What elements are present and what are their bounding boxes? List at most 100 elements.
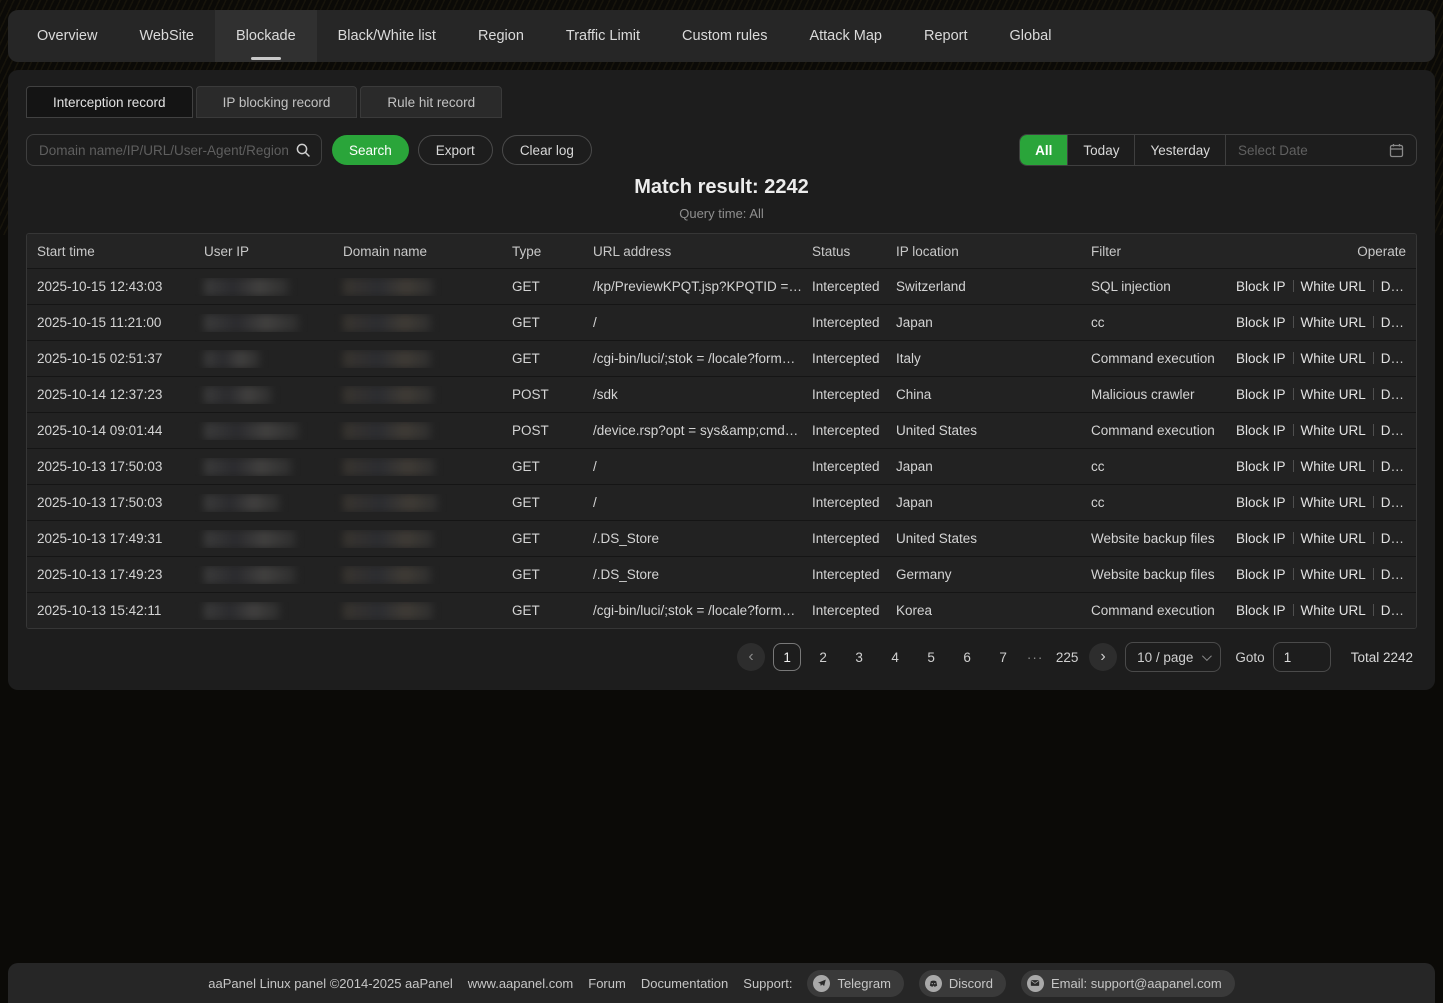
cell-url: / — [583, 495, 802, 510]
page-ellipsis[interactable]: ··· — [1025, 650, 1045, 665]
block-ip-link[interactable]: Block IP — [1236, 567, 1286, 582]
white-url-link[interactable]: White URL — [1301, 351, 1366, 366]
prev-page-icon[interactable]: ‹ — [737, 643, 765, 671]
cell-operate: Block IP White URL Details — [1236, 387, 1416, 402]
nav-item-region[interactable]: Region — [457, 10, 545, 62]
page-1[interactable]: 1 — [773, 643, 801, 671]
block-ip-link[interactable]: Block IP — [1236, 531, 1286, 546]
search-box[interactable] — [26, 134, 322, 166]
white-url-link[interactable]: White URL — [1301, 387, 1366, 402]
details-link[interactable]: Details — [1381, 279, 1416, 294]
table-header-row: Start timeUser IPDomain nameTypeURL addr… — [27, 234, 1416, 268]
page-6[interactable]: 6 — [953, 643, 981, 671]
filter-yesterday[interactable]: Yesterday — [1135, 135, 1226, 165]
white-url-link[interactable]: White URL — [1301, 603, 1366, 618]
export-button[interactable]: Export — [418, 135, 493, 165]
white-url-link[interactable]: White URL — [1301, 279, 1366, 294]
page-7[interactable]: 7 — [989, 643, 1017, 671]
cell-type: GET — [502, 495, 583, 510]
page-size-select[interactable]: 10 / page — [1125, 642, 1221, 672]
block-ip-link[interactable]: Block IP — [1236, 423, 1286, 438]
page-225[interactable]: 225 — [1053, 643, 1081, 671]
next-page-icon[interactable]: › — [1089, 643, 1117, 671]
cell-domain-name — [333, 422, 502, 440]
page-4[interactable]: 4 — [881, 643, 909, 671]
block-ip-link[interactable]: Block IP — [1236, 603, 1286, 618]
white-url-link[interactable]: White URL — [1301, 531, 1366, 546]
nav-item-black-white-list[interactable]: Black/White list — [317, 10, 457, 62]
block-ip-link[interactable]: Block IP — [1236, 315, 1286, 330]
pagination: ‹ 1234567···225 › 10 / page Goto Total 2… — [26, 642, 1417, 672]
cell-type: GET — [502, 603, 583, 618]
tab-rule-hit-record[interactable]: Rule hit record — [360, 86, 502, 118]
filter-all[interactable]: All — [1020, 135, 1068, 165]
operate-separator — [1293, 532, 1294, 544]
email-button[interactable]: Email: support@aapanel.com — [1021, 970, 1235, 997]
page-5[interactable]: 5 — [917, 643, 945, 671]
operate-separator — [1293, 604, 1294, 616]
operate-separator — [1293, 568, 1294, 580]
date-picker[interactable]: Select Date — [1226, 135, 1416, 165]
page-2[interactable]: 2 — [809, 643, 837, 671]
toolbar: Search Export Clear log AllTodayYesterda… — [26, 134, 1417, 166]
forum-link[interactable]: Forum — [588, 976, 626, 991]
details-link[interactable]: Details — [1381, 495, 1416, 510]
site-link[interactable]: www.aapanel.com — [468, 976, 574, 991]
cell-ip-location: Italy — [886, 351, 1081, 366]
cell-domain-name — [333, 494, 502, 512]
filter-today[interactable]: Today — [1068, 135, 1135, 165]
clear-log-button[interactable]: Clear log — [502, 135, 592, 165]
details-link[interactable]: Details — [1381, 531, 1416, 546]
tab-interception-record[interactable]: Interception record — [26, 86, 193, 118]
column-header-status: Status — [802, 244, 886, 259]
cell-domain-name — [333, 386, 502, 404]
nav-item-attack-map[interactable]: Attack Map — [788, 10, 903, 62]
details-link[interactable]: Details — [1381, 423, 1416, 438]
white-url-link[interactable]: White URL — [1301, 459, 1366, 474]
cell-url: /cgi-bin/luci/;stok = /locale?form… — [583, 603, 802, 618]
search-input[interactable] — [37, 142, 295, 159]
nav-item-custom-rules[interactable]: Custom rules — [661, 10, 788, 62]
details-link[interactable]: Details — [1381, 315, 1416, 330]
white-url-link[interactable]: White URL — [1301, 423, 1366, 438]
block-ip-link[interactable]: Block IP — [1236, 495, 1286, 510]
nav-item-overview[interactable]: Overview — [16, 10, 118, 62]
block-ip-link[interactable]: Block IP — [1236, 459, 1286, 474]
block-ip-link[interactable]: Block IP — [1236, 351, 1286, 366]
discord-label: Discord — [949, 976, 993, 991]
white-url-link[interactable]: White URL — [1301, 567, 1366, 582]
cell-filter: Command execution — [1081, 351, 1236, 366]
operate-separator — [1293, 388, 1294, 400]
block-ip-link[interactable]: Block IP — [1236, 387, 1286, 402]
telegram-button[interactable]: Telegram — [807, 970, 903, 997]
goto-page-input[interactable] — [1273, 642, 1331, 672]
nav-item-blockade[interactable]: Blockade — [215, 10, 317, 62]
white-url-link[interactable]: White URL — [1301, 495, 1366, 510]
details-link[interactable]: Details — [1381, 387, 1416, 402]
page-3[interactable]: 3 — [845, 643, 873, 671]
cell-ip-location: United States — [886, 531, 1081, 546]
white-url-link[interactable]: White URL — [1301, 315, 1366, 330]
details-link[interactable]: Details — [1381, 603, 1416, 618]
date-placeholder: Select Date — [1238, 143, 1308, 158]
table-row: 2025-10-14 09:01:44POST/device.rsp?opt =… — [27, 412, 1416, 448]
details-link[interactable]: Details — [1381, 567, 1416, 582]
nav-item-website[interactable]: WebSite — [118, 10, 215, 62]
search-button[interactable]: Search — [332, 135, 409, 165]
block-ip-link[interactable]: Block IP — [1236, 279, 1286, 294]
search-icon[interactable] — [295, 142, 311, 158]
cell-filter: Command execution — [1081, 603, 1236, 618]
query-time-text: Query time: All — [26, 206, 1417, 221]
nav-item-global[interactable]: Global — [989, 10, 1073, 62]
tab-ip-blocking-record[interactable]: IP blocking record — [196, 86, 358, 118]
blurred-ip — [204, 386, 272, 404]
cell-start-time: 2025-10-15 02:51:37 — [27, 351, 194, 366]
details-link[interactable]: Details — [1381, 351, 1416, 366]
discord-button[interactable]: Discord — [919, 970, 1006, 997]
nav-item-report[interactable]: Report — [903, 10, 989, 62]
docs-link[interactable]: Documentation — [641, 976, 728, 991]
cell-operate: Block IP White URL Details — [1236, 603, 1416, 618]
nav-item-traffic-limit[interactable]: Traffic Limit — [545, 10, 661, 62]
details-link[interactable]: Details — [1381, 459, 1416, 474]
calendar-icon[interactable] — [1389, 143, 1404, 158]
